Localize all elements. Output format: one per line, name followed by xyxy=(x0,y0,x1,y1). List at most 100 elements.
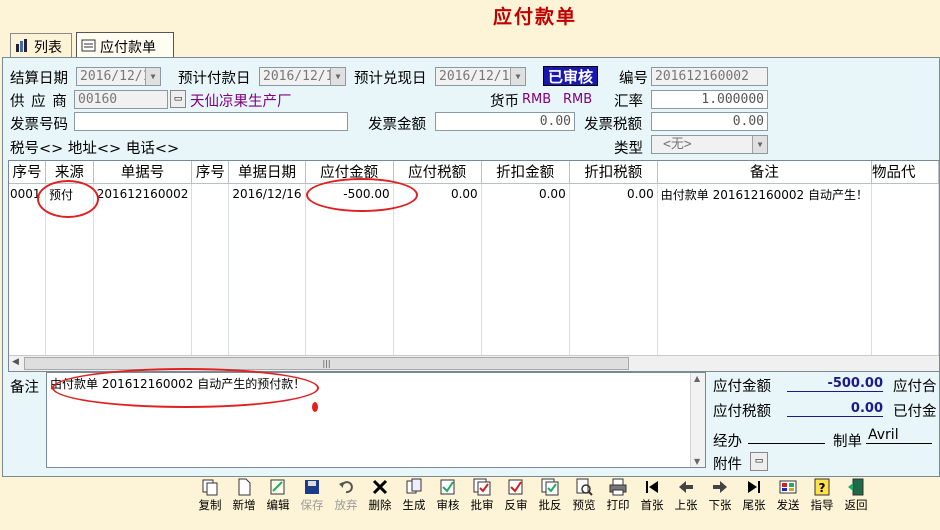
scroll-thumb[interactable]: ||| xyxy=(24,357,629,370)
empty-row xyxy=(9,205,939,355)
table-row[interactable]: 0001 预付 201612160002 2016/12/16 -500.00 … xyxy=(9,183,939,205)
undo-icon xyxy=(336,477,356,497)
cell-payable[interactable]: -500.00 xyxy=(305,183,394,205)
supplier-code-field[interactable]: 00160 xyxy=(74,90,168,109)
bottom-toolbar: 复制 新增 编辑 保存 放弃 删除 生成 审核 批审 反审 批反 预览 打印 首… xyxy=(193,477,873,515)
copy-icon xyxy=(200,477,220,497)
invoice-amount-label: 发票金额 xyxy=(368,117,426,133)
plan-cash-field[interactable]: 2016/12/16 ▼ xyxy=(435,67,526,86)
cell-doc-no[interactable]: 201612160002 xyxy=(93,183,193,205)
undo-button[interactable]: 放弃 xyxy=(329,477,363,515)
save-button[interactable]: 保存 xyxy=(295,477,329,515)
batch-unaudit-button[interactable]: 批反 xyxy=(533,477,567,515)
memo-textarea[interactable]: 由付款单 201612160002 自动产生的预付款！ ▲ ▼ xyxy=(46,372,706,468)
supplier-label: 供 应 商 xyxy=(10,94,68,110)
scroll-down-icon[interactable]: ▼ xyxy=(694,457,700,466)
help-icon: ? xyxy=(812,477,832,497)
invoice-no-field[interactable] xyxy=(74,112,348,131)
preview-button[interactable]: 预览 xyxy=(567,477,601,515)
scroll-left-icon[interactable]: ◀ xyxy=(12,357,19,367)
cell-seq2[interactable] xyxy=(191,183,230,205)
rate-label: 汇率 xyxy=(614,94,643,110)
delete-button[interactable]: 删除 xyxy=(363,477,397,515)
cell-remark[interactable]: 由付款单 201612160002 自动产生！ xyxy=(657,183,873,205)
memo-scrollbar[interactable]: ▲ ▼ xyxy=(690,373,705,467)
bar-chart-icon xyxy=(15,38,31,56)
cell-source[interactable]: 预付 xyxy=(45,183,94,205)
grid-header-row: 序号 来源 单据号 序号 单据日期 应付金额 应付税额 折扣金额 折扣税额 备注… xyxy=(9,161,939,184)
cell-discount-tax[interactable]: 0.00 xyxy=(569,183,658,205)
number-field[interactable]: 201612160002 xyxy=(651,67,768,86)
last-button[interactable]: 尾张 xyxy=(737,477,771,515)
col-header[interactable]: 应付金额 xyxy=(305,161,394,184)
form-icon xyxy=(81,38,97,56)
supplier-name: 天仙凉果生产厂 xyxy=(190,94,292,110)
col-header[interactable]: 备注 xyxy=(657,161,873,184)
lookup-icon[interactable]: ▭ xyxy=(170,90,186,108)
copy-button[interactable]: 复制 xyxy=(193,477,227,515)
col-header[interactable]: 应付税额 xyxy=(393,161,482,184)
col-header[interactable]: 折扣税额 xyxy=(569,161,658,184)
unaudit-button[interactable]: 反审 xyxy=(499,477,533,515)
print-icon xyxy=(608,477,628,497)
handler-label: 经办 xyxy=(713,434,742,450)
attachment-label: 附件 xyxy=(713,457,742,473)
plan-pay-field[interactable]: 2016/12/16 ▼ xyxy=(259,67,346,86)
cell-seq[interactable]: 0001 xyxy=(9,183,47,205)
prev-button[interactable]: 上张 xyxy=(669,477,703,515)
last-icon xyxy=(744,477,764,497)
edit-button[interactable]: 编辑 xyxy=(261,477,295,515)
help-button[interactable]: ? 指导 xyxy=(805,477,839,515)
col-header[interactable]: 来源 xyxy=(45,161,94,184)
batch-audit-button[interactable]: 批审 xyxy=(465,477,499,515)
next-button[interactable]: 下张 xyxy=(703,477,737,515)
chevron-down-icon[interactable]: ▼ xyxy=(330,68,345,85)
type-label: 类型 xyxy=(614,141,643,157)
paid-label: 已付金 xyxy=(893,404,937,420)
rate-field[interactable]: 1.000000 xyxy=(651,90,768,109)
settle-date-field[interactable]: 2016/12/16 ▼ xyxy=(76,67,161,86)
col-header[interactable]: 单据号 xyxy=(93,161,193,184)
tab-payable-bill[interactable]: 应付款单 xyxy=(76,32,174,58)
audit-button[interactable]: 审核 xyxy=(431,477,465,515)
exit-button[interactable]: 返回 xyxy=(839,477,873,515)
memo-label: 备注 xyxy=(10,380,39,396)
chevron-down-icon[interactable]: ▼ xyxy=(510,68,525,85)
grid-scrollbar[interactable]: ◀ ||| xyxy=(9,355,939,371)
send-button[interactable]: 发送 xyxy=(771,477,805,515)
cell-item-code[interactable] xyxy=(871,183,939,205)
plan-cash-label: 预计兑现日 xyxy=(354,71,427,87)
currency-label: 货币 xyxy=(490,94,519,110)
col-header[interactable]: 折扣金额 xyxy=(481,161,570,184)
send-icon xyxy=(778,477,798,497)
first-button[interactable]: 首张 xyxy=(635,477,669,515)
exit-icon xyxy=(846,477,866,497)
cell-discount[interactable]: 0.00 xyxy=(481,183,570,205)
info-line: 税号<> 地址<> 电话<> xyxy=(10,141,180,157)
cell-tax[interactable]: 0.00 xyxy=(393,183,482,205)
invoice-amount-field[interactable]: 0.00 xyxy=(435,112,575,131)
chevron-down-icon[interactable]: ▼ xyxy=(145,68,160,85)
cell-doc-date[interactable]: 2016/12/16 xyxy=(228,183,306,205)
generate-button[interactable]: 生成 xyxy=(397,477,431,515)
batch-unaudit-icon xyxy=(540,477,560,497)
invoice-tax-label: 发票税额 xyxy=(584,117,642,133)
edit-icon xyxy=(268,477,288,497)
print-button[interactable]: 打印 xyxy=(601,477,635,515)
col-header[interactable]: 序号 xyxy=(9,161,47,184)
col-header[interactable]: 序号 xyxy=(191,161,230,184)
new-button[interactable]: 新增 xyxy=(227,477,261,515)
col-header[interactable]: 单据日期 xyxy=(228,161,306,184)
invoice-tax-field[interactable]: 0.00 xyxy=(651,112,768,131)
paperclip-icon[interactable]: ▭ xyxy=(750,452,768,471)
svg-text:?: ? xyxy=(819,481,826,495)
col-header[interactable]: 物品代 xyxy=(871,161,939,184)
first-icon xyxy=(642,477,662,497)
save-icon xyxy=(302,477,322,497)
chevron-down-icon[interactable]: ▼ xyxy=(752,136,767,153)
handler-field[interactable] xyxy=(748,430,825,444)
scroll-up-icon[interactable]: ▲ xyxy=(694,374,700,383)
tab-list[interactable]: 列表 xyxy=(10,33,72,57)
type-select[interactable]: <无> ▼ xyxy=(651,135,768,154)
window-title: 应付款单 xyxy=(492,6,577,28)
